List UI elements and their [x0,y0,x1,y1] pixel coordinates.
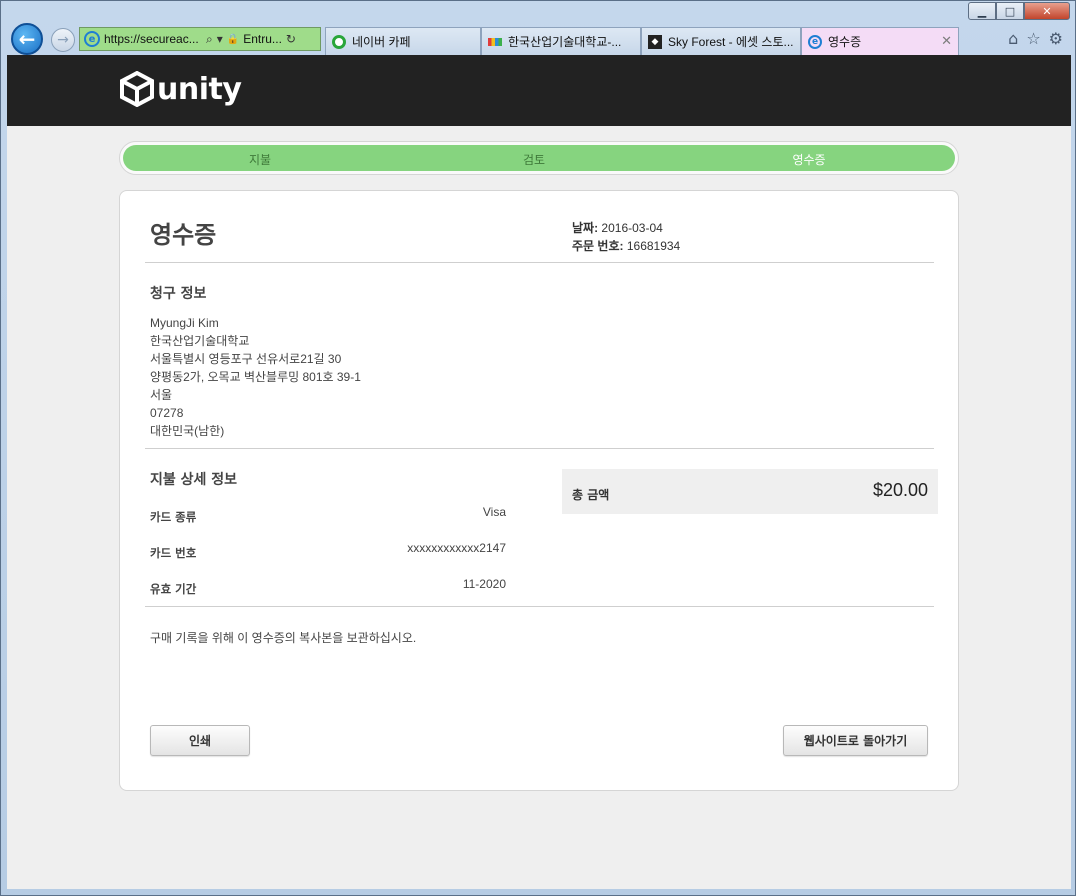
minimize-button[interactable]: ▁ [968,2,996,20]
keep-copy-note: 구매 기록을 위해 이 영수증의 복사본을 보관하십시오. [150,631,417,645]
card-type-label: 카드 종류 [150,510,197,524]
back-to-website-button[interactable]: 웹사이트로 돌아가기 [783,725,928,756]
payment-title: 지불 상세 정보 [150,472,238,488]
address-url[interactable]: https://secureac... [104,32,202,46]
step-payment: 지불 [248,153,272,167]
tab-naver-cafe[interactable]: 네이버 카페 [325,27,481,55]
university-icon [488,37,502,46]
lock-icon[interactable]: 🔒 [227,34,239,45]
total-value: $20.00 [872,480,928,500]
step-receipt: 영수증 [792,153,826,167]
total-label: 총 금액 [572,488,610,502]
browser-window: ▁ □ ✕ ← → e https://secureac... ⌕ ▾ 🔒 En… [0,0,1076,896]
unity-icon: ◆ [648,34,662,49]
favorites-star-icon[interactable]: ☆ [1026,29,1040,48]
unity-logo[interactable]: unity [119,71,242,107]
unity-cube-icon [120,71,154,107]
order-row: 주문 번호: 16681934 [572,237,680,255]
expiry-label: 유효 기간 [150,582,197,596]
ie-icon: e [84,31,100,47]
checkout-progress: 지불 검토 영수증 [119,141,959,175]
expiry-value: 11-2020 [462,577,506,591]
billing-title: 청구 정보 [150,286,207,302]
receipt-card: 영수증 날짜: 2016-03-04 주문 번호: 16681934 청구 정보… [119,190,959,791]
date-value: 2016-03-04 [601,221,663,235]
step-review: 검토 [522,153,546,167]
billing-line: 서울 [150,388,173,402]
page-title: 영수증 [150,221,217,249]
tab-label: 네이버 카페 [352,35,411,49]
progress-bar: 지불 검토 영수증 [123,145,955,171]
card-type-value: Visa [482,505,506,519]
tab-label: 영수증 [828,35,862,49]
card-number-value: xxxxxxxxxxxx2147 [407,541,506,555]
date-row: 날짜: 2016-03-04 [572,219,680,237]
naver-cafe-icon [332,34,346,49]
receipt-meta: 날짜: 2016-03-04 주문 번호: 16681934 [572,219,680,255]
billing-line: 한국산업기술대학교 [150,334,250,348]
billing-line: 07278 [150,406,184,420]
arrow-left-icon: ← [18,27,36,51]
browser-toolbar: ← → e https://secureac... ⌕ ▾ 🔒 Entru...… [7,23,1071,55]
close-tab-icon[interactable]: ✕ [941,34,952,49]
card-number-label: 카드 번호 [150,546,197,560]
billing-line: 양평동2가, 오목교 벽산블루밍 801호 39-1 [150,370,361,384]
total-box: 총 금액 $20.00 [562,469,938,514]
billing-line: MyungJi Kim [150,316,219,330]
tab-receipt[interactable]: e 영수증 ✕ [801,27,959,55]
tab-university[interactable]: 한국산업기술대학교-... [481,27,641,55]
window-controls: ▁ □ ✕ [968,2,1070,20]
gear-icon[interactable]: ⚙ [1049,29,1063,48]
address-bar[interactable]: e https://secureac... ⌕ ▾ 🔒 Entru... ↻ [79,27,321,51]
back-button[interactable]: ← [11,23,43,55]
close-window-button[interactable]: ✕ [1024,2,1070,20]
divider [145,606,934,607]
print-button[interactable]: 인쇄 [150,725,250,756]
date-label: 날짜: [572,221,599,235]
divider [145,448,934,449]
billing-line: 대한민국(남한) [150,424,225,438]
site-header: unity [7,55,1071,126]
forward-button[interactable]: → [51,28,75,52]
tab-label: 한국산업기술대학교-... [508,35,622,49]
page-viewport: unity 지불 검토 영수증 영수증 날짜: 2016-03-04 주문 번호… [7,55,1071,889]
chevron-down-icon[interactable]: ▾ [217,32,223,46]
tab-sky-forest[interactable]: ◆ Sky Forest - 에셋 스토... [641,27,801,55]
refresh-icon[interactable]: ↻ [286,32,296,46]
billing-line: 서울특별시 영등포구 선유서로21길 30 [150,352,342,366]
order-value: 16681934 [626,239,681,253]
logo-text: unity [157,71,242,107]
home-icon[interactable]: ⌂ [1008,29,1018,48]
billing-address: MyungJi Kim 한국산업기술대학교 서울특별시 영등포구 선유서로21길… [150,314,361,440]
certificate-label[interactable]: Entru... [243,32,282,46]
arrow-right-icon: → [57,32,69,48]
divider [145,262,934,263]
maximize-button[interactable]: □ [996,2,1024,20]
tab-label: Sky Forest - 에셋 스토... [668,35,794,49]
search-icon[interactable]: ⌕ [206,32,213,47]
order-label: 주문 번호: [572,239,624,253]
toolbar-icons: ⌂ ☆ ⚙ [1008,29,1063,48]
ie-icon: e [808,34,822,49]
